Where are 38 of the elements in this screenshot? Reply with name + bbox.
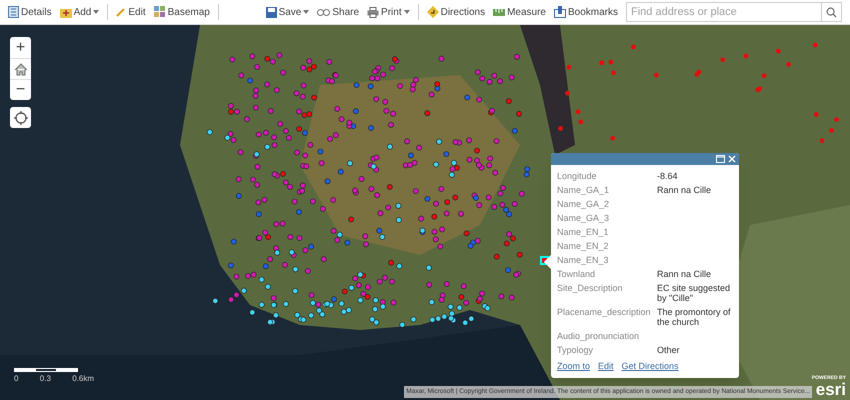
field-name: Placename_description xyxy=(557,307,652,319)
popup-action-link[interactable]: Zoom to xyxy=(557,360,590,374)
field-name: Name_EN_1 xyxy=(557,227,610,237)
toolbar-button[interactable]: Directions xyxy=(426,4,486,20)
field-name: Name_EN_3 xyxy=(557,255,610,265)
field-name: Audio_pronunciation xyxy=(557,331,640,341)
scale-label: 0 xyxy=(14,373,18,385)
field-name: Name_GA_1 xyxy=(557,185,610,195)
field-name: Townland xyxy=(557,269,596,279)
field-value: Rann na Cille xyxy=(657,185,712,195)
field-name: Name_EN_2 xyxy=(557,241,610,251)
toolbar-button[interactable]: Add xyxy=(60,4,100,20)
field-name: Longitude xyxy=(557,171,598,181)
scale-label: 0.3 xyxy=(40,373,51,385)
field-value: Rann na Cille xyxy=(657,269,712,279)
toolbar-button[interactable]: Bookmarks xyxy=(554,4,618,20)
popup-action-link[interactable]: Edit xyxy=(598,360,614,374)
field-value: Other xyxy=(657,345,680,355)
field-value: -8.64 xyxy=(657,171,678,181)
field-value: EC site suggested by "Cille" xyxy=(657,283,732,303)
toolbar-button[interactable]: Edit xyxy=(116,4,146,20)
toolbar-button[interactable]: Save xyxy=(266,4,310,20)
toolbar-button[interactable]: Print xyxy=(367,4,410,20)
toolbar-button[interactable]: Details xyxy=(8,4,52,20)
field-value: The promontory of the church xyxy=(657,307,732,327)
toolbar-button[interactable]: Measure xyxy=(493,4,546,20)
zoom-out-button[interactable]: − xyxy=(10,79,31,100)
field-name: Site_Description xyxy=(557,283,624,295)
popup-action-link[interactable]: Get Directions xyxy=(622,360,679,374)
scale-label: 0.6km xyxy=(72,373,94,385)
search-field[interactable]: Find address or place xyxy=(626,2,822,22)
toolbar-button[interactable]: Share xyxy=(317,4,360,20)
field-name: Name_GA_2 xyxy=(557,199,610,209)
field-name: Name_GA_3 xyxy=(557,213,610,223)
esri-logo: esri xyxy=(816,381,846,398)
field-name: Typology xyxy=(557,345,594,355)
zoom-in-button[interactable]: + xyxy=(10,37,31,58)
toolbar-button[interactable]: Basemap xyxy=(154,4,210,20)
